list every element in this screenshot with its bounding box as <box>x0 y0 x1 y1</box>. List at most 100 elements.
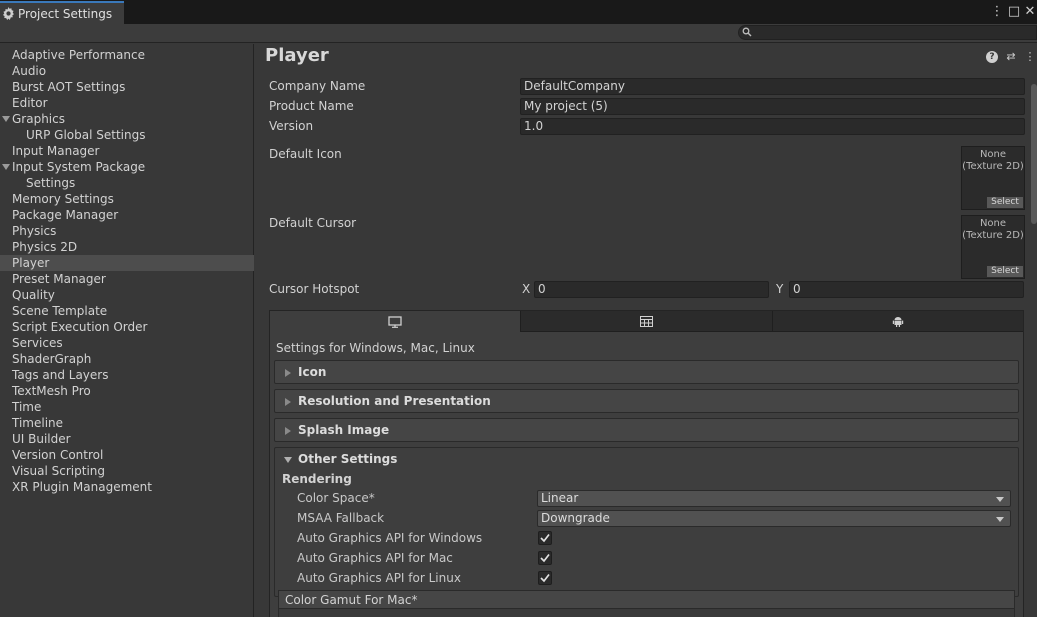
expand-arrow-icon[interactable] <box>2 164 10 170</box>
sidebar-item-quality[interactable]: Quality <box>0 287 254 303</box>
sidebar-item-urp-global-settings[interactable]: URP Global Settings <box>0 127 254 143</box>
sidebar-item-ui-builder[interactable]: UI Builder <box>0 431 254 447</box>
sidebar-item-label: Physics <box>12 224 57 238</box>
close-icon[interactable]: ✕ <box>1023 3 1037 20</box>
sidebar-item-tags-and-layers[interactable]: Tags and Layers <box>0 367 254 383</box>
texture-none-line2: (Texture 2D) <box>962 161 1024 172</box>
sidebar-item-scene-template[interactable]: Scene Template <box>0 303 254 319</box>
tab-project-settings[interactable]: Project Settings <box>0 1 124 24</box>
checkmark-icon <box>540 533 550 543</box>
foldout-icon[interactable]: Icon <box>274 360 1019 384</box>
default-cursor-select-button[interactable]: Select <box>987 266 1023 277</box>
checkmark-icon <box>540 573 550 583</box>
vertical-scrollbar[interactable] <box>1031 84 1037 224</box>
company-name-label: Company Name <box>269 79 366 93</box>
sidebar-item-time[interactable]: Time <box>0 399 254 415</box>
sidebar-item-version-control[interactable]: Version Control <box>0 447 254 463</box>
window-menu-icon[interactable]: ⋮ <box>990 3 1004 20</box>
version-label: Version <box>269 119 314 133</box>
foldout-arrow-icon <box>285 369 291 377</box>
tab-standalone[interactable] <box>270 311 522 332</box>
sidebar-item-burst-aot-settings[interactable]: Burst AOT Settings <box>0 79 254 95</box>
sidebar-item-package-manager[interactable]: Package Manager <box>0 207 254 223</box>
foldout-title[interactable]: Other Settings <box>298 452 397 466</box>
search-icon <box>742 27 752 37</box>
platform-tabs <box>270 311 1023 332</box>
auto-graphics-mac-label: Auto Graphics API for Mac <box>297 551 453 565</box>
color-gamut-mac-header: Color Gamut For Mac* <box>279 591 1014 609</box>
toolbar <box>0 24 1037 43</box>
product-name-label: Product Name <box>269 99 354 113</box>
webgl-icon <box>639 315 653 327</box>
sidebar-item-editor[interactable]: Editor <box>0 95 254 111</box>
sidebar-item-textmesh-pro[interactable]: TextMesh Pro <box>0 383 254 399</box>
sidebar-item-graphics[interactable]: Graphics <box>0 111 254 127</box>
chevron-down-icon <box>996 517 1004 522</box>
sidebar-item-settings[interactable]: Settings <box>0 175 254 191</box>
sidebar-item-label: Audio <box>12 64 47 78</box>
texture-none-line2: (Texture 2D) <box>962 230 1024 241</box>
default-cursor-texture-field[interactable]: None (Texture 2D) Select <box>961 215 1025 279</box>
sidebar-item-timeline[interactable]: Timeline <box>0 415 254 431</box>
default-cursor-label: Default Cursor <box>269 216 357 230</box>
hotspot-x-field[interactable]: 0 <box>534 281 769 298</box>
sidebar-item-physics[interactable]: Physics <box>0 223 254 239</box>
context-menu-icon[interactable]: ⋮ <box>1024 51 1036 63</box>
expand-arrow-icon[interactable] <box>2 116 10 122</box>
sidebar-item-label: Input System Package <box>12 160 146 174</box>
auto-graphics-windows-checkbox[interactable] <box>538 531 552 545</box>
sidebar-item-physics-2d[interactable]: Physics 2D <box>0 239 254 255</box>
company-name-field[interactable]: DefaultCompany <box>520 78 1025 95</box>
cursor-hotspot-label: Cursor Hotspot <box>269 282 360 296</box>
foldout-arrow-icon[interactable] <box>284 457 292 463</box>
sidebar-item-audio[interactable]: Audio <box>0 63 254 79</box>
sidebar-item-input-manager[interactable]: Input Manager <box>0 143 254 159</box>
sidebar-item-shadergraph[interactable]: ShaderGraph <box>0 351 254 367</box>
maximize-icon[interactable]: □ <box>1007 3 1021 20</box>
msaa-fallback-dropdown[interactable]: Downgrade <box>537 510 1011 527</box>
default-icon-select-button[interactable]: Select <box>987 197 1023 208</box>
gear-icon <box>2 7 15 20</box>
sidebar-item-label: Editor <box>12 96 48 110</box>
auto-graphics-mac-checkbox[interactable] <box>538 551 552 565</box>
sidebar-item-label: Services <box>12 336 63 350</box>
sidebar-item-services[interactable]: Services <box>0 335 254 351</box>
sidebar-item-player[interactable]: Player <box>0 255 254 271</box>
sidebar-item-label: Tags and Layers <box>12 368 109 382</box>
tab-android[interactable] <box>772 311 1023 332</box>
sidebar-item-adaptive-performance[interactable]: Adaptive Performance <box>0 47 254 63</box>
msaa-fallback-value: Downgrade <box>541 511 610 525</box>
foldout-title: Splash Image <box>298 423 390 437</box>
preset-icon[interactable]: ⇄ <box>1005 51 1017 63</box>
sidebar-item-script-execution-order[interactable]: Script Execution Order <box>0 319 254 335</box>
sidebar-item-xr-plugin-management[interactable]: XR Plugin Management <box>0 479 254 495</box>
help-icon[interactable]: ? <box>986 51 998 63</box>
texture-none-line1: None <box>979 149 1007 160</box>
texture-none-line1: None <box>979 218 1007 229</box>
sidebar-item-visual-scripting[interactable]: Visual Scripting <box>0 463 254 479</box>
foldout-splash[interactable]: Splash Image <box>274 418 1019 442</box>
page-title: Player <box>265 45 329 66</box>
foldout-resolution[interactable]: Resolution and Presentation <box>274 389 1019 413</box>
product-name-field[interactable]: My project (5) <box>520 98 1025 115</box>
hotspot-y-field[interactable]: 0 <box>789 281 1024 298</box>
sidebar-item-label: URP Global Settings <box>26 128 146 142</box>
color-gamut-mac-list[interactable]: Color Gamut For Mac* <box>278 590 1015 617</box>
sidebar-item-label: Visual Scripting <box>12 464 105 478</box>
search-input[interactable] <box>738 25 1037 40</box>
sidebar-item-input-system-package[interactable]: Input System Package <box>0 159 254 175</box>
tab-title: Project Settings <box>18 6 113 21</box>
sidebar-item-memory-settings[interactable]: Memory Settings <box>0 191 254 207</box>
default-icon-texture-field[interactable]: None (Texture 2D) Select <box>961 146 1025 210</box>
version-field[interactable]: 1.0 <box>520 118 1025 135</box>
auto-graphics-linux-checkbox[interactable] <box>538 571 552 585</box>
sidebar-item-label: Scene Template <box>12 304 108 318</box>
sidebar-item-preset-manager[interactable]: Preset Manager <box>0 271 254 287</box>
player-settings-panel: Player ? ⇄ ⋮ Company Name DefaultCompany… <box>255 44 1037 617</box>
sidebar-item-label: Time <box>12 400 42 414</box>
sidebar-item-label: Package Manager <box>12 208 119 222</box>
color-space-dropdown[interactable]: Linear <box>537 490 1011 507</box>
settings-sidebar: Adaptive Performance Audio Burst AOT Setti… <box>0 44 254 617</box>
tab-webgl[interactable] <box>521 311 773 332</box>
hotspot-y-label: Y <box>776 282 784 296</box>
